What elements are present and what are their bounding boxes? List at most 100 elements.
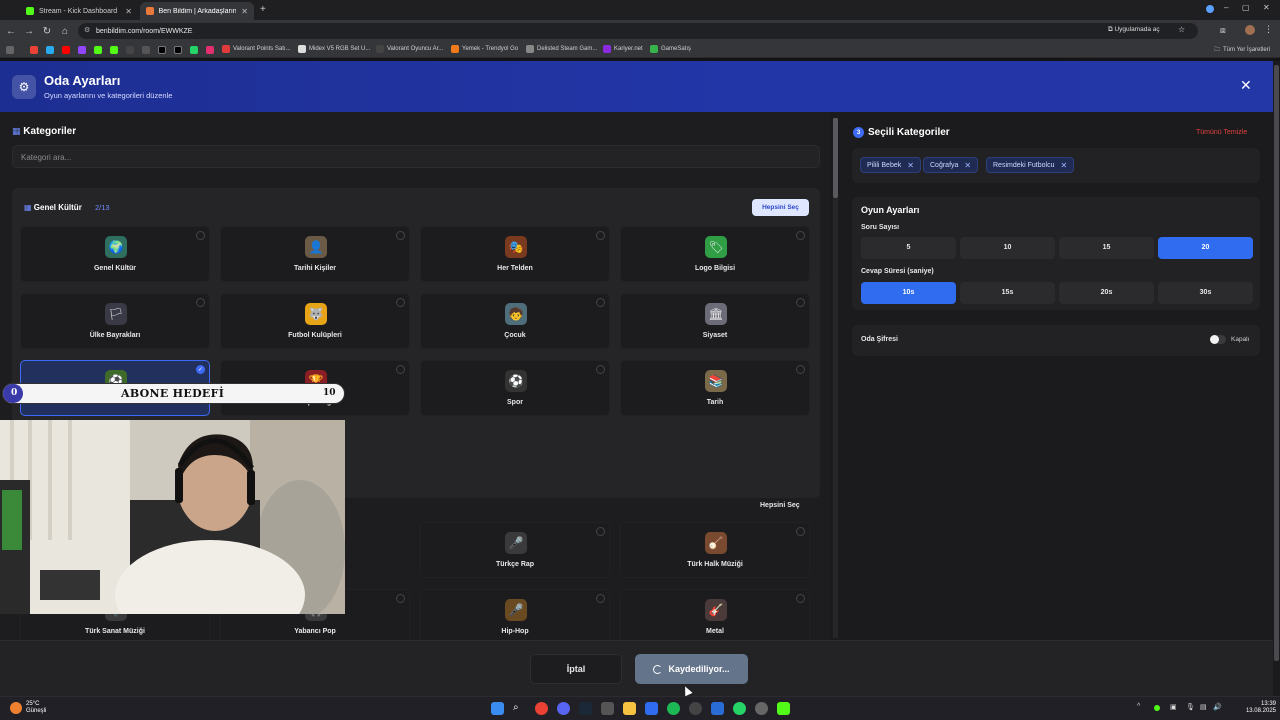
chrome-icon[interactable] [535,702,548,715]
category-card[interactable]: 🎤 Türkçe Rap [420,522,610,578]
discord-icon[interactable] [557,702,570,715]
photos-icon[interactable] [711,702,724,715]
close-tab-icon[interactable]: ✕ [125,7,132,16]
question-count-option[interactable]: 20 [1158,237,1253,259]
spotify-icon[interactable] [667,702,680,715]
avatar[interactable] [1245,25,1255,35]
apps-icon[interactable] [6,46,14,54]
question-count-option[interactable]: 15 [1059,237,1154,259]
categories-scrollbar[interactable] [833,118,838,638]
calendar-icon[interactable] [645,702,658,715]
kick-icon[interactable] [110,46,118,54]
tab-ben-bildim[interactable]: Ben Bildim | Arkadaşlarınla Onl... ✕ [140,2,254,20]
tray-app-icon[interactable] [1154,705,1160,711]
radio-circle-icon[interactable] [796,298,805,307]
kick-icon[interactable] [777,702,790,715]
radio-circle-icon[interactable] [396,231,405,240]
whatsapp-icon[interactable] [190,46,198,54]
radio-circle-icon[interactable] [796,594,805,603]
category-card[interactable]: ⚽ Spor [420,360,610,416]
system-clock[interactable]: 13:39 13.08.2025 [1240,701,1276,715]
bookmark-item[interactable]: Valorant Points Satı... [222,45,291,53]
bookmark-icon[interactable] [126,46,134,54]
obs-icon[interactable] [601,702,614,715]
telegram-icon[interactable] [46,46,54,54]
category-card[interactable]: 🎸 Metal [620,589,810,640]
category-card[interactable]: 🐺 Futbol Kulüpleri [220,293,410,349]
question-count-option[interactable]: 10 [960,237,1055,259]
maximize-icon[interactable]: ▢ [1242,3,1250,12]
tab-kick-dashboard[interactable]: Stream - Kick Dashboard ✕ [20,2,138,20]
tray-chevron-icon[interactable]: ^ [1137,703,1140,710]
radio-circle-icon[interactable] [196,231,205,240]
answer-time-option[interactable]: 15s [960,282,1055,304]
category-card[interactable]: 👤 Tarihi Kişiler [220,226,410,282]
bookmark-icon[interactable] [142,46,150,54]
clear-all-button[interactable]: Tümünü Temizle [1196,129,1247,136]
tiktok-icon[interactable] [158,46,166,54]
close-icon[interactable]: ✕ [1240,77,1252,94]
category-card[interactable]: 🌍 Genel Kültür [20,226,210,282]
weather-widget[interactable]: 25°C Güneşli [26,701,46,715]
youtube-icon[interactable] [62,46,70,54]
category-search-input[interactable]: Kategori ara... [12,145,820,168]
settings-icon[interactable] [755,702,768,715]
page-scrollbar[interactable] [1273,61,1280,696]
remove-chip-icon[interactable]: ✕ [1060,161,1067,170]
file-explorer-icon[interactable] [623,702,636,715]
category-card[interactable]: 🏳 Ülke Bayrakları [20,293,210,349]
radio-circle-icon[interactable] [596,594,605,603]
cancel-button[interactable]: İptal [530,654,622,684]
volume-icon[interactable]: 🔊 [1213,703,1222,711]
home-icon[interactable]: ⌂ [56,26,74,37]
menu-icon[interactable]: ⋮ [1264,24,1273,35]
site-info-icon[interactable]: ⚙ [84,26,90,34]
radio-circle-icon[interactable] [396,365,405,374]
select-all-button[interactable]: Hepsini Seç [752,199,809,216]
answer-time-option[interactable]: 10s [861,282,956,304]
bookmark-item[interactable]: Midex V5 RGB Set U... [298,45,370,53]
kick-icon[interactable] [94,46,102,54]
star-icon[interactable]: ☆ [1178,25,1185,34]
back-icon[interactable]: ← [2,26,20,37]
radio-circle-icon[interactable] [596,365,605,374]
answer-time-option[interactable]: 20s [1059,282,1154,304]
tray-app-icon[interactable]: ▣ [1170,703,1177,711]
bookmark-item[interactable]: Yemek - Trendyol Go [451,45,518,53]
weather-icon[interactable] [10,702,22,714]
start-icon[interactable] [491,702,504,715]
category-card[interactable]: 🏷 Logo Bilgisi [620,226,810,282]
network-icon[interactable]: ▤ [1200,703,1207,711]
radio-circle-icon[interactable] [796,231,805,240]
instagram-icon[interactable] [206,46,214,54]
radio-circle-icon[interactable] [196,298,205,307]
question-count-option[interactable]: 5 [861,237,956,259]
radio-circle-icon[interactable] [596,231,605,240]
category-card[interactable]: 🧒 Çocuk [420,293,610,349]
scrollbar-thumb[interactable] [833,118,838,198]
category-card[interactable]: 🎤 Hip-Hop [420,589,610,640]
forward-icon[interactable]: → [20,26,38,37]
radio-circle-icon[interactable] [796,365,805,374]
select-all-button[interactable]: Hepsini Seç [760,502,800,509]
extension-icon[interactable] [1206,5,1214,13]
category-card[interactable]: 🪕 Türk Halk Müziği [620,522,810,578]
category-card[interactable]: 🎭 Her Telden [420,226,610,282]
remove-chip-icon[interactable]: ✕ [964,161,971,170]
radio-circle-icon[interactable] [396,298,405,307]
new-tab-icon[interactable]: + [260,4,266,15]
twitch-icon[interactable] [78,46,86,54]
save-button[interactable]: Kaydediliyor... [635,654,748,684]
window-close-icon[interactable]: ✕ [1263,3,1270,12]
close-tab-icon[interactable]: ✕ [241,7,248,16]
gmail-icon[interactable] [30,46,38,54]
url-field[interactable]: ⚙ benbildim.com/room/EWWKZE ⧉ Uygulamada… [78,23,1198,39]
checkmark-icon[interactable]: ✓ [196,365,205,374]
category-card[interactable]: 🏛 Siyaset [620,293,810,349]
remove-chip-icon[interactable]: ✕ [907,161,914,170]
room-password-toggle[interactable] [1210,335,1226,344]
open-in-app-button[interactable]: ⧉ Uygulamada aç [1108,26,1160,34]
bookmark-item[interactable]: Kariyer.net [603,45,643,53]
answer-time-option[interactable]: 30s [1158,282,1253,304]
bookmark-item[interactable]: Valorant Oyuncu Ar... [376,45,443,53]
